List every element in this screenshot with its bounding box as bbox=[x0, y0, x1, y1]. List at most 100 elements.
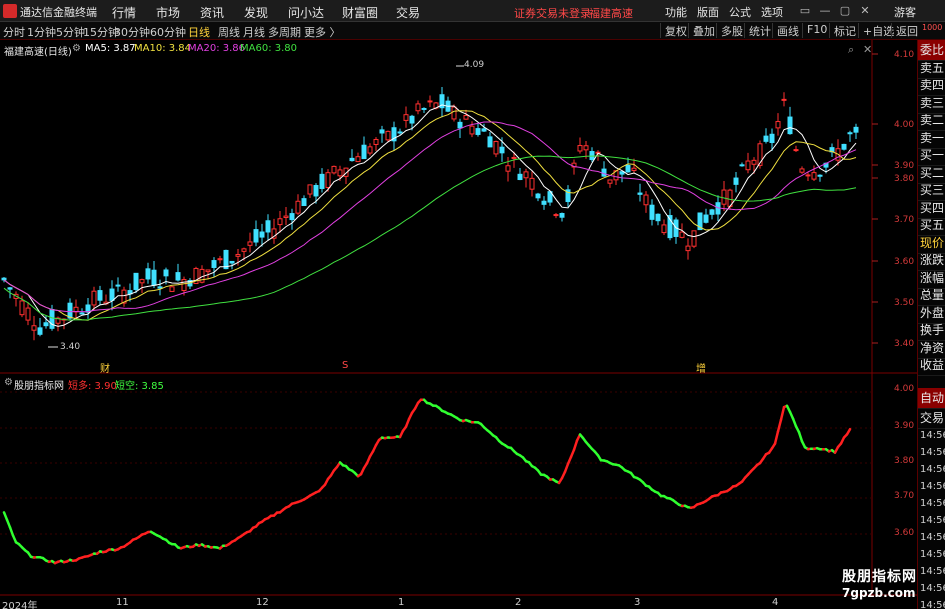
trade-login-warning[interactable]: 证券交易未登录 bbox=[514, 5, 591, 21]
indicator-short-segment bbox=[797, 430, 804, 443]
tool-zixuan[interactable]: +自选 bbox=[858, 23, 894, 38]
moving-average-lines bbox=[3, 104, 857, 327]
period-fenshi[interactable]: 分时 bbox=[3, 24, 25, 40]
maximize-icon[interactable]: ▢ bbox=[837, 3, 853, 19]
restore-icon[interactable]: ▭ bbox=[797, 3, 813, 19]
watermark-line1: 股朋指标网 bbox=[842, 569, 917, 585]
menu-shichang[interactable]: 市场 bbox=[156, 4, 180, 21]
panel-time: 14:56 bbox=[920, 498, 945, 509]
tool-biaoji[interactable]: 标记 bbox=[829, 23, 856, 38]
candle-up bbox=[331, 165, 337, 174]
menu-gongneng[interactable]: 功能 bbox=[665, 4, 687, 20]
menu-jiaoyi[interactable]: 交易 bbox=[396, 4, 420, 21]
tool-tongji[interactable]: 统计 bbox=[744, 23, 771, 38]
candle-up bbox=[523, 171, 529, 179]
menu-hangqing[interactable]: 行情 bbox=[112, 4, 136, 21]
candle-up bbox=[427, 100, 433, 103]
period-30min[interactable]: 30分钟 bbox=[114, 24, 150, 40]
candle-up bbox=[277, 218, 283, 226]
candle-up bbox=[373, 138, 379, 145]
indicator-legend-short: 短空: 3.85 bbox=[115, 381, 164, 392]
menu-banmian[interactable]: 版面 bbox=[697, 4, 719, 20]
candle-down bbox=[361, 144, 367, 160]
candle-down bbox=[655, 213, 661, 222]
panel-item-18[interactable]: 收益 bbox=[918, 355, 945, 376]
menu-wenxiaoda[interactable]: 问小达 bbox=[288, 4, 324, 21]
low-price-marker: 3.40 bbox=[60, 342, 81, 352]
price-tick: 3.40 bbox=[894, 339, 915, 349]
event-marker-s[interactable]: S bbox=[342, 360, 348, 371]
candle-up bbox=[751, 159, 757, 165]
period-monthly[interactable]: 月线 bbox=[243, 24, 265, 40]
candle-down bbox=[259, 231, 265, 238]
menu-caifuquan[interactable]: 财富圈 bbox=[342, 4, 378, 21]
candle-up bbox=[721, 189, 727, 205]
indicator-tick: 3.60 bbox=[894, 528, 915, 538]
minimize-icon[interactable]: — bbox=[817, 3, 833, 19]
panel-item-19[interactable]: 自动 bbox=[918, 388, 945, 409]
panel-time: 14:56 bbox=[920, 464, 945, 475]
candle-down bbox=[109, 288, 115, 301]
candle-up bbox=[283, 215, 289, 219]
candle-up bbox=[19, 300, 25, 316]
candle-down bbox=[763, 135, 769, 142]
candle-down bbox=[625, 164, 631, 173]
zoom-icon[interactable]: ⌕ bbox=[848, 43, 854, 57]
candle-up bbox=[691, 230, 697, 247]
menu-xuanxiang[interactable]: 选项 bbox=[761, 4, 783, 20]
close-chart-icon[interactable]: ✕ bbox=[863, 43, 872, 56]
tool-diejia[interactable]: 叠加 bbox=[688, 23, 715, 38]
candle-up bbox=[805, 174, 811, 177]
candle-up bbox=[607, 179, 613, 184]
period-weekly[interactable]: 周线 bbox=[218, 24, 240, 40]
candle-down bbox=[79, 312, 85, 315]
event-marker-cai[interactable]: 财 bbox=[100, 360, 110, 375]
candle-down bbox=[211, 260, 217, 268]
candle-up bbox=[781, 98, 787, 101]
tool-fuquan[interactable]: 复权 bbox=[660, 23, 687, 38]
candle-down bbox=[481, 128, 487, 132]
candle-down bbox=[379, 129, 385, 134]
candle-up bbox=[205, 269, 211, 273]
candle-up bbox=[367, 146, 373, 154]
indicator-long-segment bbox=[773, 430, 780, 445]
candle-down bbox=[349, 157, 355, 162]
date-tick: 2 bbox=[515, 597, 522, 608]
candle-down bbox=[253, 229, 259, 243]
close-icon[interactable]: ✕ bbox=[857, 3, 873, 19]
candle-down bbox=[847, 132, 853, 135]
tool-fanhui[interactable]: 返回 bbox=[891, 23, 918, 38]
indicator-long-segment bbox=[779, 405, 786, 422]
stock-short-name: 福建高速 bbox=[589, 7, 633, 20]
candle-up bbox=[493, 141, 499, 155]
candle-down bbox=[853, 126, 859, 133]
kline-chart[interactable] bbox=[0, 40, 917, 609]
candle-up bbox=[355, 156, 361, 163]
period-daily[interactable]: 日线 bbox=[188, 24, 210, 40]
settings-gear-icon[interactable]: ⚙ bbox=[72, 43, 81, 54]
period-5min[interactable]: 5分钟 bbox=[56, 24, 85, 40]
indicator-settings-icon[interactable]: ⚙ bbox=[4, 377, 13, 388]
guest-label[interactable]: 游客 bbox=[894, 4, 916, 20]
candle-down bbox=[49, 309, 55, 329]
panel-time: 14:56 bbox=[920, 481, 945, 492]
candle-down bbox=[67, 302, 73, 319]
tool-duogu[interactable]: 多股 bbox=[716, 23, 743, 38]
date-tick: 1 bbox=[398, 597, 405, 608]
candle-down bbox=[37, 327, 43, 335]
menu-faxian[interactable]: 发现 bbox=[244, 4, 268, 21]
event-marker-zeng[interactable]: 增 bbox=[696, 360, 706, 375]
period-multi[interactable]: 多周期 bbox=[268, 24, 301, 40]
candle-up bbox=[643, 194, 649, 206]
tool-f10[interactable]: F10 bbox=[802, 23, 827, 38]
menu-zixun[interactable]: 资讯 bbox=[200, 4, 224, 21]
period-more[interactable]: 更多 〉 bbox=[304, 24, 341, 40]
candle-down bbox=[409, 115, 415, 124]
panel-time: 14:56 bbox=[920, 532, 945, 543]
period-1min[interactable]: 1分钟 bbox=[27, 24, 56, 40]
panel-item-20[interactable]: 交易 bbox=[918, 408, 945, 429]
period-60min[interactable]: 60分钟 bbox=[150, 24, 186, 40]
candle-down bbox=[841, 143, 847, 150]
tool-huaxian[interactable]: 画线 bbox=[772, 23, 799, 38]
menu-gongshi[interactable]: 公式 bbox=[729, 4, 751, 20]
